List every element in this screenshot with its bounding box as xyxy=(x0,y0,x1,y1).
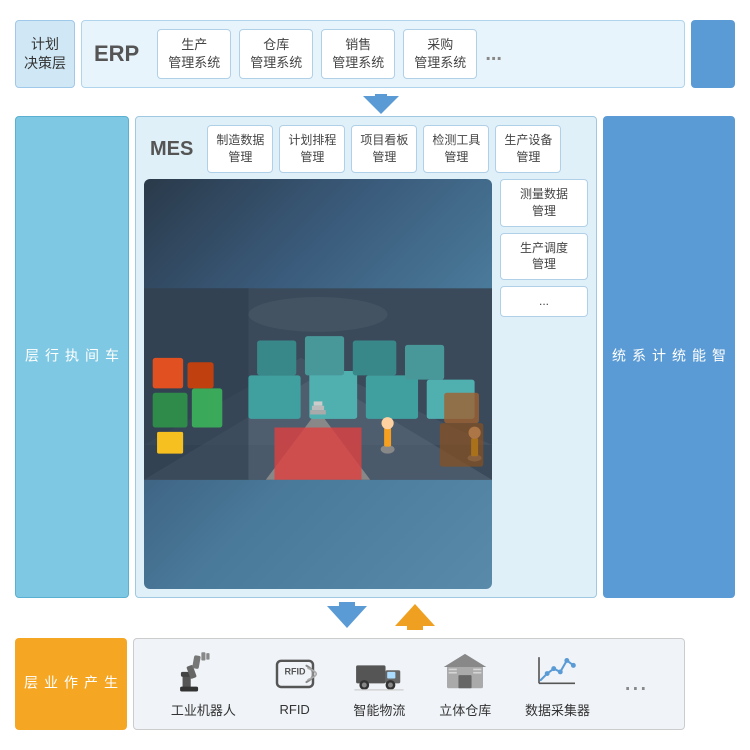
mes-module-dots: ... xyxy=(500,286,588,317)
mes-row: MES 制造数据管理 计划排程管理 项目看板管理 检测工具管理 生产设备管理 xyxy=(144,125,588,173)
warehouse-icon xyxy=(440,649,490,694)
workshop-label: 车间执行层 xyxy=(15,116,129,598)
data-collector-label: 数据采集器 xyxy=(525,700,590,719)
mes-right-modules: 测量数据管理 生产调度管理 ... xyxy=(500,179,588,589)
mes-modules: 制造数据管理 计划排程管理 项目看板管理 检测工具管理 生产设备管理 xyxy=(207,125,588,173)
truck-icon xyxy=(354,649,404,694)
mes-label: MES xyxy=(144,125,199,173)
arrow-down-1 xyxy=(77,94,685,114)
workshop-content: MES 制造数据管理 计划排程管理 项目看板管理 检测工具管理 生产设备管理 xyxy=(135,116,597,598)
right-panel-top xyxy=(691,20,735,88)
erp-module-warehouse: 仓库管理系统 xyxy=(239,29,313,79)
production-content: 工业机器人 RFID RFID xyxy=(133,638,685,730)
device-warehouse: 立体仓库 xyxy=(439,649,491,719)
erp-content: ERP 生产管理系统 仓库管理系统 销售管理系统 采购管理系统 ... xyxy=(81,20,685,88)
production-label: 生产作业层 xyxy=(15,638,127,730)
erp-module-purchase: 采购管理系统 xyxy=(403,29,477,79)
workshop-layer: 车间执行层 MES 制造数据管理 计划排程管理 项目看板管理 检测工具管理 生产… xyxy=(15,116,735,598)
arrow-row-1 xyxy=(15,94,735,114)
device-data-collector: 数据采集器 xyxy=(525,649,590,719)
mes-module-equip: 生产设备管理 xyxy=(495,125,561,173)
exchange-arrows xyxy=(77,602,685,630)
device-logistics: 智能物流 xyxy=(353,649,405,719)
mes-module-measure: 测量数据管理 xyxy=(500,179,588,227)
rfid-label: RFID xyxy=(279,702,309,717)
svg-text:RFID: RFID xyxy=(284,667,305,677)
erp-label: ERP xyxy=(94,41,139,67)
mes-module-detect: 检测工具管理 xyxy=(423,125,489,173)
robot-label: 工业机器人 xyxy=(171,700,236,719)
mes-module-kanban: 项目看板管理 xyxy=(351,125,417,173)
intelligent-stats-label: 智能统计系统 xyxy=(603,116,735,598)
mes-module-mfg: 制造数据管理 xyxy=(207,125,273,173)
device-robot: 工业机器人 xyxy=(171,649,236,719)
logistics-label: 智能物流 xyxy=(353,700,405,719)
erp-module-production: 生产管理系统 xyxy=(157,29,231,79)
device-dots: ... xyxy=(624,659,647,710)
erp-module-sales: 销售管理系统 xyxy=(321,29,395,79)
rfid-icon: RFID xyxy=(270,651,320,696)
mes-module-schedule: 生产调度管理 xyxy=(500,233,588,281)
robot-icon xyxy=(178,649,228,694)
erp-dots: ... xyxy=(485,43,502,66)
factory-row: 测量数据管理 生产调度管理 ... xyxy=(144,179,588,589)
decision-layer-label: 计划决策层 xyxy=(15,20,75,88)
warehouse-label: 立体仓库 xyxy=(439,700,491,719)
mes-module-plan: 计划排程管理 xyxy=(279,125,345,173)
devices-dots: ... xyxy=(624,659,647,704)
factory-image xyxy=(144,179,492,589)
chart-icon xyxy=(532,649,582,694)
production-layer: 生产作业层 工业机器人 xyxy=(15,638,735,730)
device-rfid: RFID RFID xyxy=(270,651,320,717)
erp-layer: 计划决策层 ERP 生产管理系统 仓库管理系统 销售管理系统 采购管理系统 ..… xyxy=(15,20,735,88)
main-container: 计划决策层 ERP 生产管理系统 仓库管理系统 销售管理系统 采购管理系统 ..… xyxy=(15,20,735,730)
erp-modules: 生产管理系统 仓库管理系统 销售管理系统 采购管理系统 ... xyxy=(157,29,502,79)
exchange-arrow-row xyxy=(15,602,735,630)
